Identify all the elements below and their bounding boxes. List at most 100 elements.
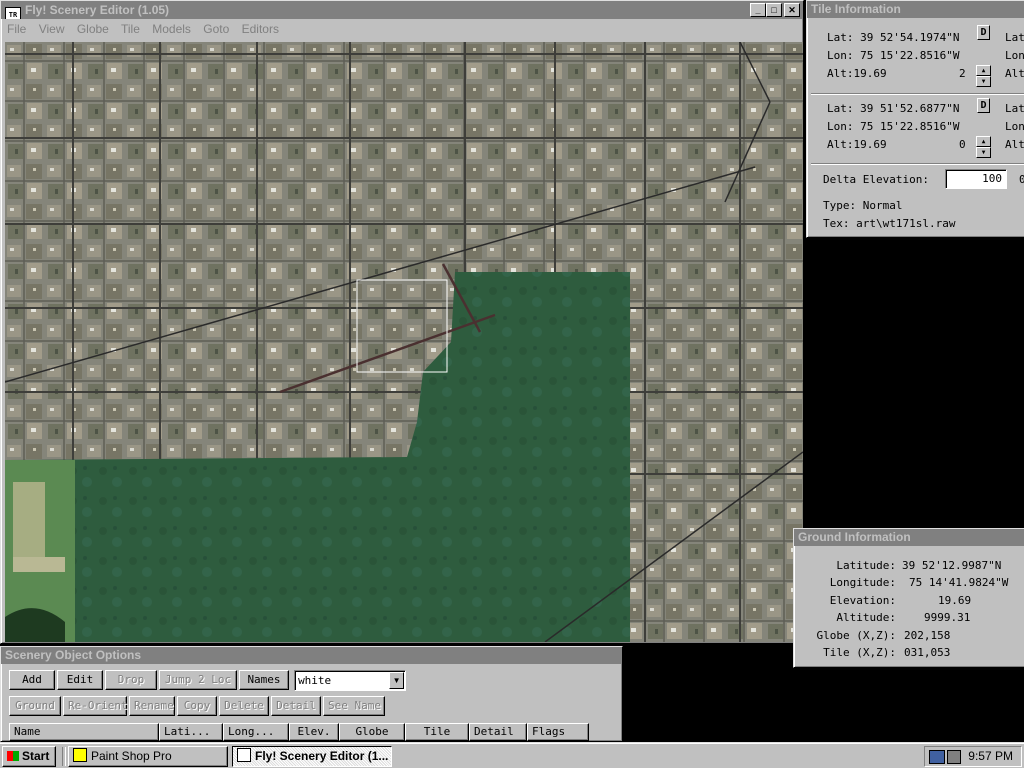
tile-info-title: Tile Information [811, 2, 901, 16]
menu-goto[interactable]: Goto [203, 22, 229, 36]
task-label: Fly! Scenery Editor (1... [255, 749, 389, 763]
ground-info-titlebar[interactable]: Ground Information [794, 529, 1024, 546]
alt-value-2: Alt:19.69 [827, 138, 887, 151]
spin-down-icon[interactable]: ▼ [976, 147, 991, 158]
menu-models[interactable]: Models [152, 22, 191, 36]
add-button[interactable]: Add [9, 670, 55, 690]
toolbar-row-2: Ground Re-Orient Rename Copy Delete Detail See… [9, 696, 387, 716]
see-name-button[interactable]: See Name [323, 696, 385, 716]
lat2-label-2: Lat [1005, 102, 1024, 115]
column-globe[interactable]: Globe [339, 723, 405, 741]
lat-value-2: Lat: 39 51'52.6877"N [827, 102, 960, 115]
close-button[interactable]: ✕ [784, 3, 800, 17]
scenery-editor-window: TR Fly! Scenery Editor (1.05) _ □ ✕ File … [0, 0, 804, 644]
clock[interactable]: 9:57 PM [968, 749, 1013, 763]
column-latitude[interactable]: Lati... [159, 723, 223, 741]
spin-up-icon[interactable]: ▲ [976, 65, 991, 76]
editor-titlebar[interactable]: TR Fly! Scenery Editor (1.05) _ □ ✕ [1, 1, 803, 19]
alt-spinner-1[interactable]: ▲ ▼ [976, 65, 991, 87]
scenery-options-titlebar[interactable]: Scenery Object Options [1, 647, 622, 664]
drop-button[interactable]: Drop [105, 670, 157, 690]
divider [811, 163, 1024, 165]
column-tile[interactable]: Tile [405, 723, 469, 741]
column-name[interactable]: Name [9, 723, 159, 741]
terrain-viewport[interactable] [5, 42, 803, 642]
delta-elevation-label: Delta Elevation: [823, 173, 929, 186]
alt-value-1: Alt:19.69 [827, 67, 887, 80]
tile-type: Type: Normal [823, 199, 903, 212]
task-fly-scenery-editor[interactable]: Fly! Scenery Editor (1... [232, 746, 392, 767]
tile-info-titlebar[interactable]: Tile Information [807, 1, 1024, 18]
name-color-select[interactable]: white ▼ [294, 670, 407, 691]
tile-information-window: Tile Information Lat: 39 52'54.1974"N Lo… [806, 0, 1024, 238]
ground-value: 19.69 [938, 594, 972, 607]
task-label: Paint Shop Pro [91, 749, 172, 763]
tray-volume-icon[interactable] [947, 750, 961, 764]
spin-down-icon[interactable]: ▼ [976, 76, 991, 87]
lon-value-1: Lon: 75 15'22.8516"W [827, 49, 960, 62]
scenery-options-title: Scenery Object Options [5, 648, 142, 662]
menu-globe[interactable]: Globe [77, 22, 109, 36]
windows-logo-icon [7, 751, 19, 761]
column-elevation[interactable]: Elev. [289, 723, 339, 741]
menu-editors[interactable]: Editors [242, 22, 279, 36]
start-button[interactable]: Start [2, 746, 56, 767]
jump-2-loc-button[interactable]: Jump 2 Loc [159, 670, 237, 690]
menu-file[interactable]: File [7, 22, 26, 36]
d-button-1[interactable]: D [977, 25, 990, 40]
alt2-label-2: Alt [1005, 138, 1024, 151]
menu-bar: File View Globe Tile Models Goto Editors [1, 19, 803, 39]
spin-up-icon[interactable]: ▲ [976, 136, 991, 147]
alt-spinner-2[interactable]: ▲ ▼ [976, 136, 991, 158]
taskbar: Start Paint Shop Pro Fly! Scenery Editor… [0, 742, 1024, 768]
maximize-button[interactable]: □ [766, 3, 782, 17]
lat2-label-1: Lat [1005, 31, 1024, 44]
edit-button[interactable]: Edit [57, 670, 103, 690]
taskbar-separator [62, 747, 66, 766]
delta-elevation-value: 100 [982, 172, 1002, 185]
minimize-button[interactable]: _ [750, 3, 766, 17]
ground-value: 031,053 [904, 646, 951, 659]
column-flags[interactable]: Flags [527, 723, 589, 741]
task-paint-shop-pro[interactable]: Paint Shop Pro [68, 746, 228, 767]
ground-button[interactable]: Ground [9, 696, 61, 716]
delta-elevation-input[interactable]: 100 [945, 169, 1007, 189]
object-list-header: Name Lati... Long... Elev. Globe Tile Detail Fl… [9, 723, 589, 741]
column-longitude[interactable]: Long... [223, 723, 289, 741]
d-button-2[interactable]: D [977, 98, 990, 113]
ground-label: Tile (X,Z): [823, 646, 896, 659]
re-orient-button[interactable]: Re-Orient [63, 696, 128, 716]
tile-corner-1: Lat: 39 52'54.1974"N Lon: 75 15'22.8516"… [811, 21, 1024, 93]
scenery-object-options-window: Scenery Object Options Add Edit Drop Jump 2… [0, 646, 623, 742]
alt-spin-value-1: 2 [959, 67, 966, 80]
lon-value-2: Lon: 75 15'22.8516"W [827, 120, 960, 133]
editor-title: Fly! Scenery Editor (1.05) [25, 3, 170, 17]
ground-label: Longitude: [829, 576, 896, 589]
ground-value: 202,158 [904, 629, 951, 642]
menu-tile[interactable]: Tile [121, 22, 140, 36]
rename-button[interactable]: Rename [129, 696, 175, 716]
paint-shop-pro-icon [73, 748, 87, 762]
alt-spin-value-2: 0 [959, 138, 966, 151]
app-icon[interactable]: TR [5, 7, 21, 19]
select-value: white [298, 674, 332, 687]
column-detail[interactable]: Detail [469, 723, 527, 741]
tile-corner-2: Lat: 39 51'52.6877"N Lon: 75 15'22.8516"… [811, 95, 1024, 163]
menu-view[interactable]: View [39, 22, 65, 36]
names-button[interactable]: Names [239, 670, 289, 690]
alt2-label-1: Alt [1005, 67, 1024, 80]
copy-button[interactable]: Copy [177, 696, 217, 716]
delta-extra-label: 0 [1019, 173, 1024, 186]
lon2-label-2: Lon [1005, 120, 1024, 133]
ground-value: 75 14'41.9824"W [909, 576, 1009, 589]
ground-information-window: Ground Information Latitude: 39 52'12.998… [793, 528, 1024, 668]
toolbar-row-1: Add Edit Drop Jump 2 Loc Names white ▼ [9, 670, 407, 691]
delete-button[interactable]: Delete [219, 696, 269, 716]
ground-label: Latitude: [836, 559, 896, 572]
detail-button[interactable]: Detail [271, 696, 321, 716]
ground-label: Globe (X,Z): [816, 629, 896, 642]
tray-network-icon[interactable] [929, 750, 945, 764]
scenery-editor-icon [237, 748, 251, 762]
lat-value-1: Lat: 39 52'54.1974"N [827, 31, 960, 44]
dropdown-arrow-icon[interactable]: ▼ [389, 672, 405, 689]
